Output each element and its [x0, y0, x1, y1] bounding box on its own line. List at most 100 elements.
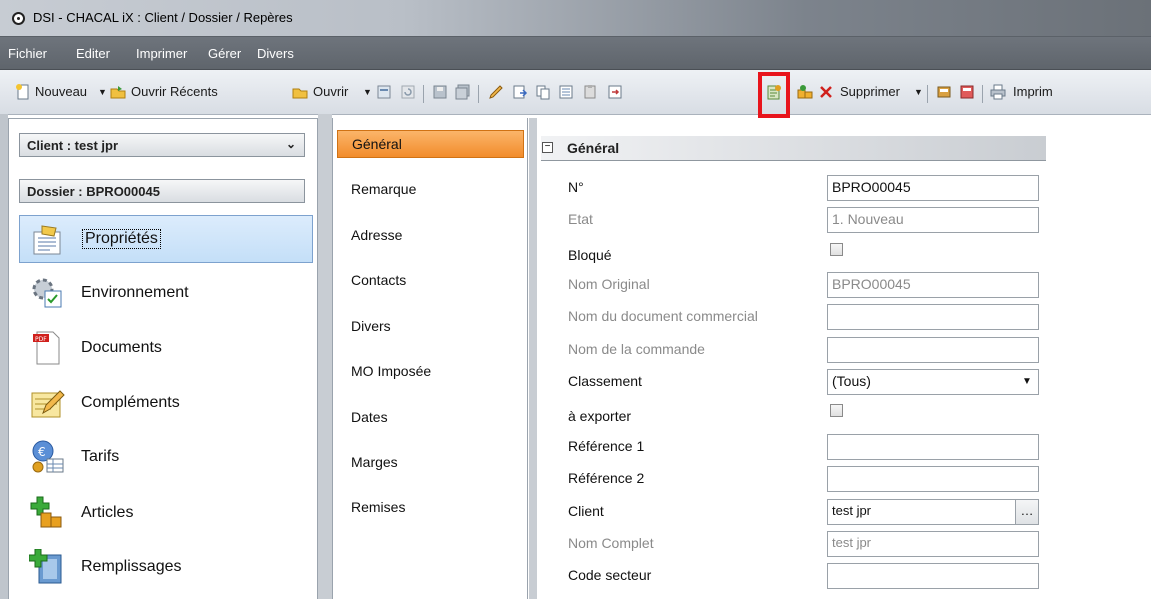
menu-divers[interactable]: Divers — [257, 46, 294, 61]
nom-original-field: BPRO00045 — [827, 272, 1039, 298]
nav-item-label: Compléments — [81, 394, 180, 411]
property-label: Nom du document commercial — [568, 308, 758, 324]
properties-toolbar-icon[interactable] — [376, 84, 392, 100]
nom-commande-field[interactable] — [827, 337, 1039, 363]
left-frame-border — [0, 114, 8, 599]
nom-complet-field: test jpr — [827, 531, 1039, 557]
property-label: Nom Original — [568, 276, 650, 292]
property-grid: − Général N° BPRO00045 Etat 1. Nouveau B… — [529, 118, 1151, 599]
delete-button[interactable]: Supprimer — [840, 84, 900, 102]
catalog-icon[interactable] — [936, 84, 952, 100]
gear-checklist-icon — [32, 278, 62, 308]
tab-divers[interactable]: Divers — [337, 313, 524, 341]
nav-item-label: Tarifs — [81, 448, 120, 465]
open-button[interactable]: Ouvrir — [313, 84, 348, 102]
open-dropdown-arrow[interactable]: ▼ — [363, 87, 372, 105]
etat-field: 1. Nouveau — [827, 207, 1039, 233]
delete-icon[interactable] — [818, 84, 834, 100]
paste-icon[interactable] — [582, 84, 598, 100]
refresh-icon[interactable] — [400, 84, 416, 100]
code-secteur-field[interactable] — [827, 563, 1039, 589]
copy-icon[interactable] — [535, 84, 551, 100]
nav-item-documents[interactable]: PDF Documents — [19, 324, 313, 372]
menu-fichier[interactable]: Fichier — [8, 46, 47, 61]
a-exporter-checkbox[interactable] — [830, 404, 843, 417]
property-label: Etat — [568, 211, 593, 227]
toolbar-separator — [927, 85, 928, 103]
nav-item-label: Remplissages — [81, 558, 182, 575]
bloque-checkbox[interactable] — [830, 243, 843, 256]
delete-dropdown-arrow[interactable]: ▼ — [914, 87, 923, 105]
reference-1-field[interactable] — [827, 434, 1039, 460]
tab-dates[interactable]: Dates — [337, 404, 524, 432]
reference-2-field[interactable] — [827, 466, 1039, 492]
list-icon[interactable] — [558, 84, 574, 100]
move-icon[interactable] — [607, 84, 623, 100]
highlight-box — [758, 72, 790, 118]
new-button[interactable]: Nouveau — [35, 84, 87, 102]
client-picker[interactable]: test jpr … — [827, 499, 1039, 525]
open-folder-icon — [292, 88, 308, 99]
dossier-header-label: Dossier : BPRO00045 — [27, 184, 160, 199]
tab-mo-imposee[interactable]: MO Imposée — [337, 358, 524, 386]
property-label: Classement — [568, 373, 642, 389]
calculator-icon[interactable] — [959, 84, 975, 100]
window-title: DSI - CHACAL iX : Client / Dossier / Rep… — [33, 10, 293, 25]
collapse-toggle-icon[interactable]: − — [542, 142, 553, 153]
save-icon[interactable] — [432, 84, 448, 100]
property-row-classement: Classement (Tous) ▼ — [568, 367, 1151, 397]
pdf-document-icon: PDF — [33, 331, 60, 365]
menu-editer[interactable]: Editer — [76, 46, 110, 61]
properties-icon — [33, 225, 61, 255]
nav-item-proprietes[interactable]: Propriétés — [19, 215, 313, 263]
menu-imprimer[interactable]: Imprimer — [136, 46, 187, 61]
property-label: Nom Complet — [568, 535, 654, 551]
nav-item-environnement[interactable]: Environnement — [19, 269, 313, 317]
add-articles-icon — [30, 496, 62, 528]
duplicate-icon[interactable] — [797, 84, 813, 100]
tab-remarque[interactable]: Remarque — [337, 176, 524, 204]
dropdown-arrow-icon[interactable]: ▼ — [1018, 372, 1036, 392]
numero-field[interactable]: BPRO00045 — [827, 175, 1039, 201]
property-label: Référence 1 — [568, 438, 645, 454]
nav-item-remplissages[interactable]: Remplissages — [19, 543, 313, 591]
edit-icon[interactable] — [488, 84, 504, 100]
print-button[interactable]: Imprim — [1013, 84, 1053, 102]
property-label: à exporter — [568, 408, 632, 424]
tab-marges[interactable]: Marges — [337, 449, 524, 477]
property-row-numero: N° BPRO00045 — [568, 173, 1151, 203]
nav-item-tarifs[interactable]: € Tarifs — [19, 433, 313, 481]
property-row-etat: Etat 1. Nouveau — [568, 205, 1151, 235]
tab-adresse[interactable]: Adresse — [337, 222, 524, 250]
panel-splitter[interactable] — [318, 114, 332, 599]
browse-ellipsis-button[interactable]: … — [1015, 500, 1038, 524]
nav-item-articles[interactable]: Articles — [19, 489, 313, 537]
client-header[interactable]: Client : test jpr ⌄ — [19, 133, 305, 157]
open-recent-folder-icon — [110, 86, 126, 99]
toolbar-separator — [423, 85, 424, 103]
menu-bar: Fichier Editer Imprimer Gérer Divers — [0, 37, 1151, 70]
app-system-icon[interactable] — [12, 12, 25, 25]
pencil-note-icon — [31, 390, 65, 418]
toolbar-separator — [478, 85, 479, 103]
open-recent-button[interactable]: Ouvrir Récents — [131, 84, 218, 102]
tab-remises[interactable]: Remises — [337, 494, 524, 522]
toolbar: Nouveau ▼ Ouvrir Récents Ouvrir ▼ Suppri… — [0, 70, 1151, 115]
nav-item-label: Articles — [81, 504, 134, 521]
tab-contacts[interactable]: Contacts — [337, 267, 524, 295]
classement-value: (Tous) — [832, 373, 871, 389]
collapse-chevron-icon[interactable]: ⌄ — [286, 137, 296, 151]
dossier-header[interactable]: Dossier : BPRO00045 — [19, 179, 305, 203]
save-all-icon[interactable] — [455, 84, 471, 100]
menu-gerer[interactable]: Gérer — [208, 46, 241, 61]
classement-select[interactable]: (Tous) ▼ — [827, 369, 1039, 395]
nom-document-field[interactable] — [827, 304, 1039, 330]
printer-icon[interactable] — [990, 84, 1006, 100]
tab-general[interactable]: Général — [337, 130, 524, 158]
new-dropdown-arrow[interactable]: ▼ — [98, 87, 107, 105]
section-header-general[interactable]: − Général — [541, 136, 1046, 161]
svg-text:PDF: PDF — [35, 336, 47, 343]
property-label: Client — [568, 503, 604, 519]
export-icon[interactable] — [512, 84, 528, 100]
nav-item-complements[interactable]: Compléments — [19, 379, 313, 427]
